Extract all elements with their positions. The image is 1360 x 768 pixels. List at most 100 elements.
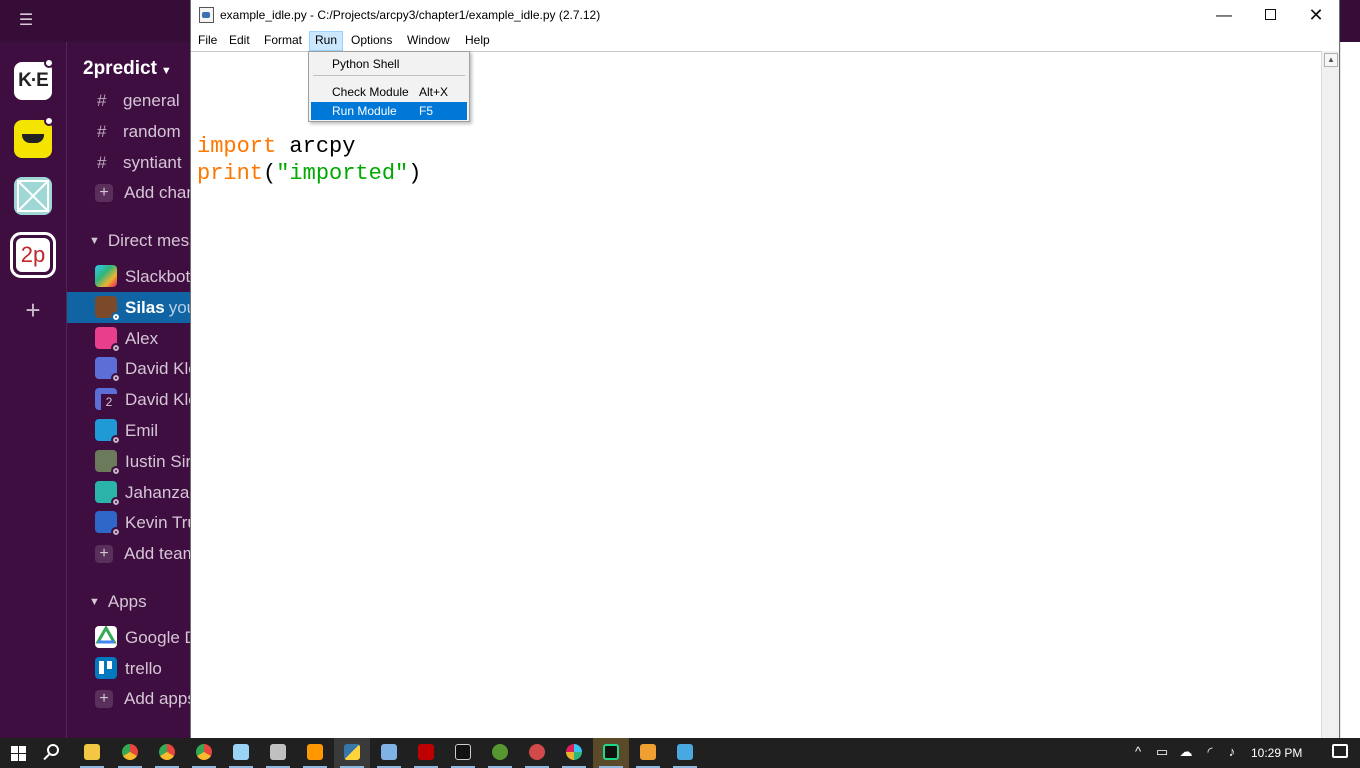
scroll-up-icon[interactable]: ▲ (1324, 53, 1338, 67)
section-apps[interactable]: ▼ Apps (89, 592, 190, 612)
avatar (95, 511, 121, 537)
workspace-name-button[interactable]: 2predict ▼ (83, 58, 172, 80)
app-google-drive[interactable]: Google Drive (67, 622, 190, 653)
taskbar-qgis[interactable] (482, 738, 518, 768)
system-tray: ^ ▭ ☁ ◜ ♪ 10:29 PM (1120, 738, 1360, 768)
unread-dot-icon (44, 58, 54, 68)
add-channels-button[interactable]: + Add channels (67, 177, 190, 208)
battery-icon[interactable]: ▭ (1154, 744, 1170, 760)
menu-file[interactable]: File (193, 31, 222, 51)
plus-icon: + (95, 545, 113, 563)
maximize-button[interactable] (1247, 0, 1293, 31)
menu-item-python-shell[interactable]: Python Shell (311, 55, 467, 73)
add-teammates-button[interactable]: + Add teammates (67, 538, 190, 569)
menu-window[interactable]: Window (402, 31, 455, 51)
search-button[interactable] (37, 738, 73, 768)
add-workspace-icon[interactable]: + (20, 297, 46, 323)
menu-run[interactable]: Run (309, 31, 344, 51)
taskbar-cmd[interactable] (445, 738, 481, 768)
dm-iustin[interactable]: Iustin Sirbu (67, 446, 190, 477)
terminal-icon (455, 744, 471, 760)
tool-icon (270, 744, 286, 760)
hash-icon: # (97, 91, 107, 110)
taskbar-tool[interactable] (260, 738, 296, 768)
hamburger-menu-icon[interactable]: ☰ (14, 12, 38, 30)
taskbar-monitor[interactable] (667, 738, 703, 768)
taskbar-tool-2[interactable] (519, 738, 555, 768)
vertical-scrollbar[interactable]: ▲ (1321, 51, 1339, 738)
taskbar-chrome-2[interactable] (149, 738, 185, 768)
dm-silas[interactable]: Silasyou (67, 292, 190, 323)
member-count-badge: 2 (101, 394, 117, 410)
menu-item-run-module[interactable]: Run Module F5 (311, 102, 467, 120)
channel-random[interactable]: # random (67, 116, 190, 147)
dm-alex[interactable]: Alex (67, 323, 190, 354)
menu-options[interactable]: Options (346, 31, 397, 51)
menu-item-shortcut: F5 (419, 104, 434, 118)
start-button[interactable] (0, 738, 36, 768)
taskbar-python-idle[interactable] (334, 738, 370, 768)
taskbar-file-explorer[interactable] (74, 738, 110, 768)
sublime-icon (307, 744, 323, 760)
section-direct-messages[interactable]: ▼ Direct messages (89, 231, 190, 251)
chrome-icon (159, 744, 175, 760)
workspace-cross[interactable] (14, 177, 52, 215)
windows-logo-icon (11, 746, 26, 761)
avatar: 2 (95, 388, 117, 410)
avatar (95, 357, 121, 383)
cloud-icon[interactable]: ☁ (1178, 744, 1194, 760)
channel-label: random (123, 122, 181, 141)
wifi-icon[interactable]: ◜ (1202, 744, 1218, 760)
status-icon (111, 435, 121, 445)
dm-david-klein-group[interactable]: 2 David Klein (67, 384, 190, 415)
caret-down-icon: ▼ (89, 596, 100, 608)
dm-slackbot[interactable]: Slackbot (67, 261, 190, 292)
title-bar[interactable]: example_idle.py - C:/Projects/arcpy3/cha… (191, 0, 1339, 31)
taskbar-slack[interactable] (556, 738, 592, 768)
taskbar-notepad[interactable] (223, 738, 259, 768)
close-button[interactable]: ✕ (1293, 0, 1339, 31)
app-trello[interactable]: trello (67, 653, 190, 684)
dm-label: Jahanzaib (125, 483, 190, 502)
dm-kevin[interactable]: Kevin Truong (67, 507, 190, 538)
minimize-button[interactable]: — (1201, 0, 1247, 31)
taskbar-chrome[interactable] (112, 738, 148, 768)
taskbar-filezilla[interactable] (408, 738, 444, 768)
workspace-name: 2predict (83, 58, 157, 79)
filezilla-icon (418, 744, 434, 760)
menu-bar: File Edit Format Run Options Window Help (191, 31, 1339, 51)
notification-icon[interactable] (1332, 744, 1348, 758)
channel-syntiant[interactable]: # syntiant (67, 147, 190, 178)
unread-dot-icon (44, 116, 54, 126)
menu-item-check-module[interactable]: Check Module Alt+X (311, 83, 467, 101)
taskbar-app[interactable] (630, 738, 666, 768)
dm-label: Silas (125, 298, 165, 317)
dm-jahanzaib[interactable]: Jahanzaib (67, 477, 190, 508)
dm-emil[interactable]: Emil (67, 415, 190, 446)
menu-help[interactable]: Help (460, 31, 495, 51)
maximize-icon (1264, 9, 1276, 20)
app-label: trello (125, 659, 162, 678)
taskbar-chrome-3[interactable] (186, 738, 222, 768)
channel-general[interactable]: # general (67, 85, 190, 116)
slack-icon (566, 744, 582, 760)
taskbar-pycharm[interactable] (593, 738, 629, 768)
monitor-icon (677, 744, 693, 760)
dm-label: Emil (125, 421, 159, 440)
menu-format[interactable]: Format (259, 31, 307, 51)
taskbar-sublime[interactable] (297, 738, 333, 768)
builtin-print: print (197, 161, 264, 186)
add-apps-button[interactable]: + Add apps (67, 683, 190, 714)
code-editor[interactable]: import arcpy print("imported") (191, 51, 1321, 738)
status-icon (111, 373, 121, 383)
menu-edit[interactable]: Edit (224, 31, 255, 51)
chevron-up-icon[interactable]: ^ (1130, 744, 1146, 760)
menu-item-label: Check Module (332, 85, 409, 99)
workspace-2predict[interactable]: 2p (10, 232, 56, 278)
dm-david-klein[interactable]: David Klein (67, 353, 190, 384)
clock[interactable]: 10:29 PM (1251, 746, 1302, 760)
taskbar-paint[interactable] (371, 738, 407, 768)
chevron-down-icon: ▼ (160, 65, 172, 77)
status-icon (111, 497, 121, 507)
volume-icon[interactable]: ♪ (1224, 744, 1240, 760)
